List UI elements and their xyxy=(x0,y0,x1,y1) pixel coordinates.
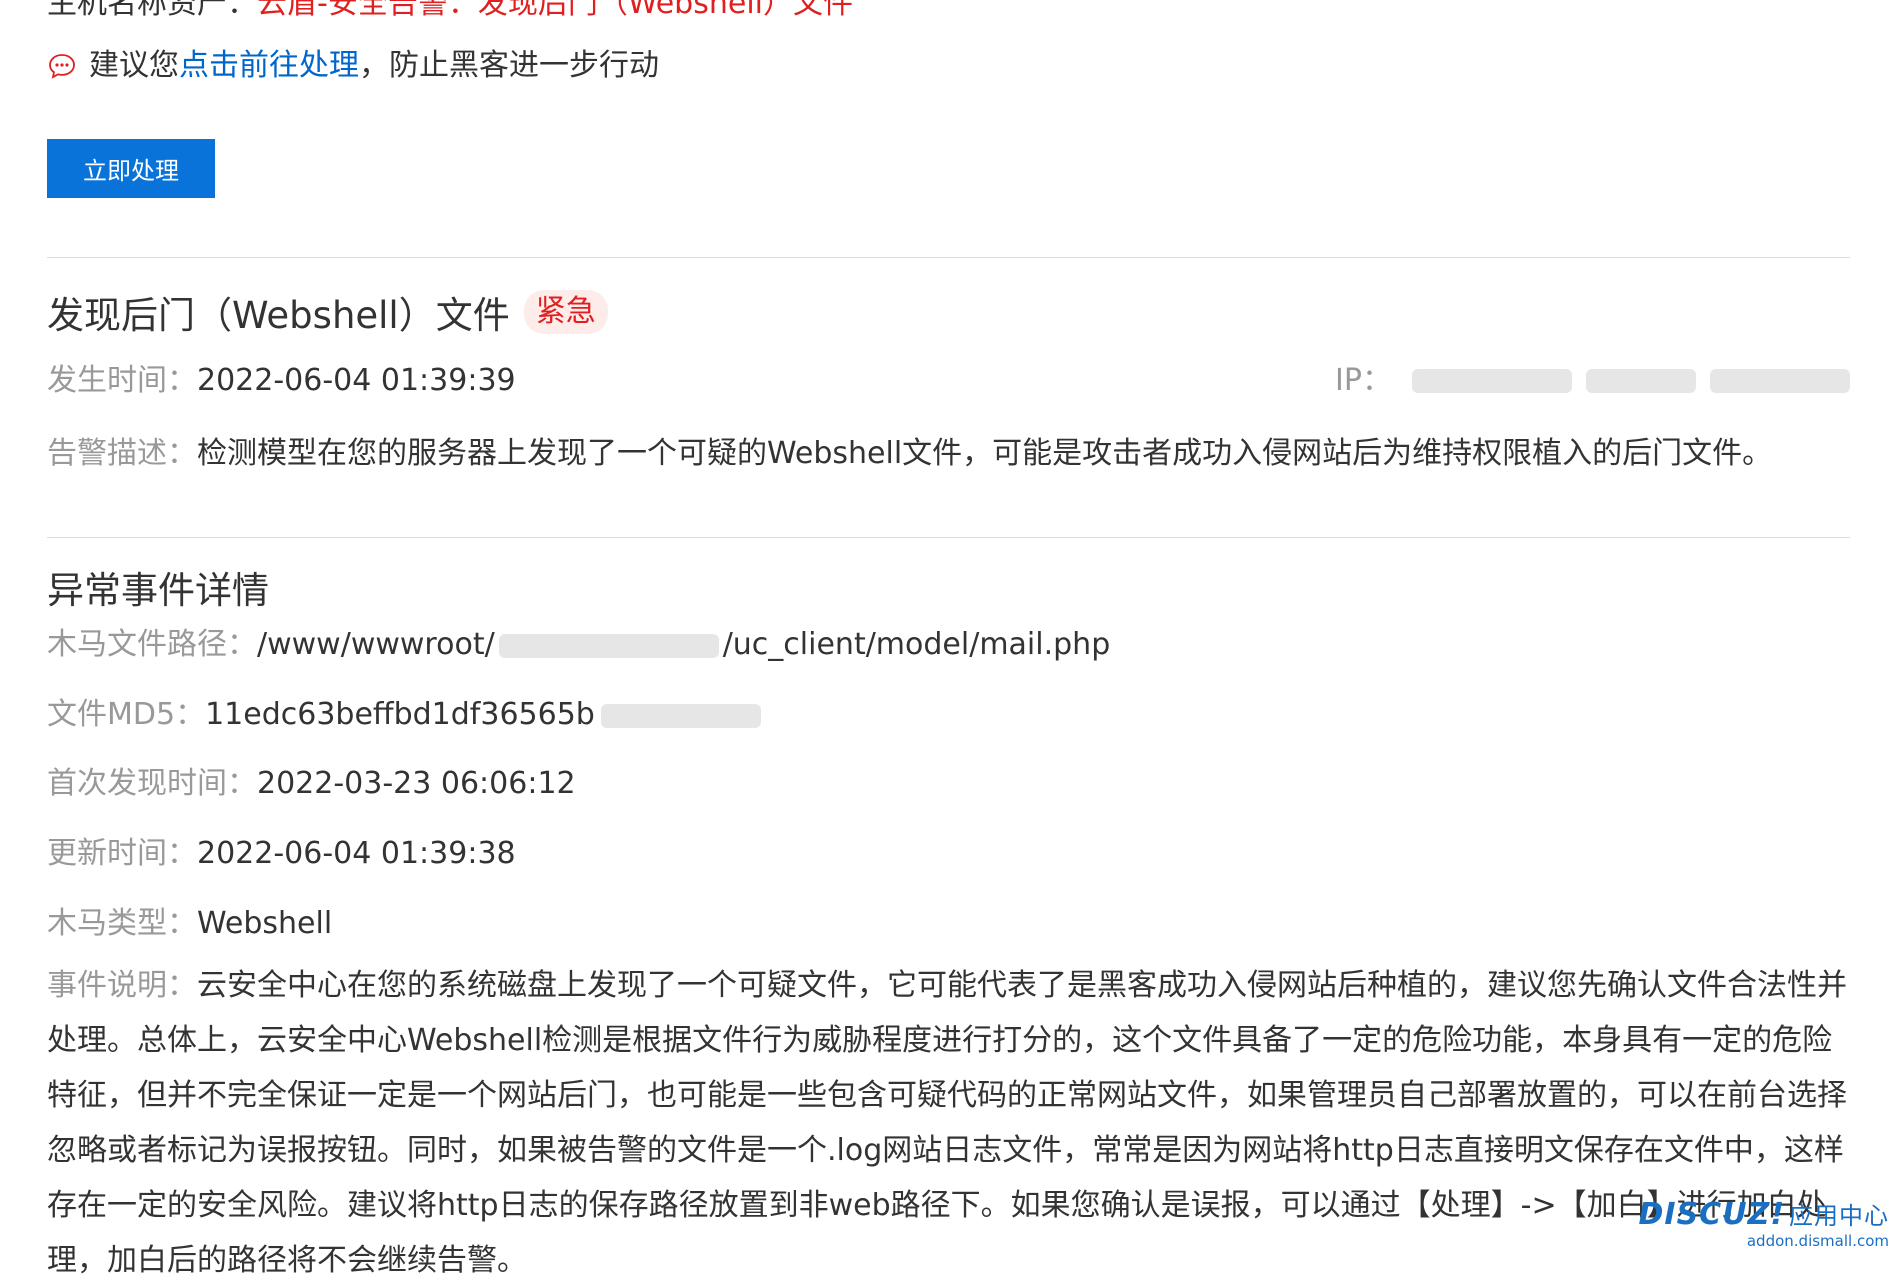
cut-off-header-line: 主机名称资产：云盾-安全告警：发现后门（Webshell）文件 xyxy=(47,0,853,22)
alert-description-row: 告警描述：检测模型在您的服务器上发现了一个可疑的Webshell文件，可能是攻击… xyxy=(47,434,1772,474)
ip-label: IP： xyxy=(1335,363,1392,398)
update-value: 2022-06-04 01:39:38 xyxy=(197,836,516,871)
path-label: 木马文件路径： xyxy=(47,627,257,662)
first-value: 2022-03-23 06:06:12 xyxy=(257,766,576,801)
first-label: 首次发现时间： xyxy=(47,766,257,801)
watermark-domain: addon.dismall.com xyxy=(1746,1232,1889,1250)
redacted-ip xyxy=(1710,369,1850,393)
cut-prefix: 主机名称资产： xyxy=(47,0,257,21)
severity-badge: 紧急 xyxy=(523,290,608,334)
watermark-cn: 应用中心 xyxy=(1789,1202,1889,1230)
alert-title-row: 发现后门（Webshell）文件 紧急 xyxy=(47,285,608,339)
md5-row: 文件MD5：11edc63beffbd1df36565b xyxy=(47,695,761,735)
go-handle-link[interactable]: 点击前往处理 xyxy=(179,46,359,86)
time-value: 2022-06-04 01:39:39 xyxy=(197,363,516,398)
suggestion-suffix: ，防止黑客进一步行动 xyxy=(359,48,659,83)
redacted-ip xyxy=(1586,369,1696,393)
ip-row: IP： xyxy=(1335,361,1850,401)
cut-highlight: 云盾-安全告警：发现后门（Webshell）文件 xyxy=(257,0,854,21)
event-explanation: 事件说明：云安全中心在您的系统磁盘上发现了一个可疑文件，它可能代表了是黑客成功入… xyxy=(47,958,1850,1288)
divider xyxy=(47,257,1850,258)
watermark-brand: DISCUZ! xyxy=(1638,1197,1785,1232)
desc-label: 告警描述： xyxy=(47,436,197,471)
redacted-ip xyxy=(1412,369,1572,393)
type-value: Webshell xyxy=(197,906,333,941)
occurrence-time-row: 发生时间：2022-06-04 01:39:39 xyxy=(47,361,516,401)
first-found-row: 首次发现时间：2022-03-23 06:06:12 xyxy=(47,764,576,804)
alert-title: 发现后门（Webshell）文件 xyxy=(47,294,510,337)
explain-label: 事件说明： xyxy=(47,968,197,1003)
time-label: 发生时间： xyxy=(47,363,197,398)
handle-now-button[interactable]: 立即处理 xyxy=(47,139,215,198)
chat-bubble-icon xyxy=(47,51,77,81)
update-time-row: 更新时间：2022-06-04 01:39:38 xyxy=(47,834,516,874)
details-title: 异常事件详情 xyxy=(47,569,269,612)
md5-value: 11edc63beffbd1df36565b xyxy=(205,697,595,732)
redacted-md5 xyxy=(600,703,761,728)
explain-value: 云安全中心在您的系统磁盘上发现了一个可疑文件，它可能代表了是黑客成功入侵网站后种… xyxy=(47,968,1847,1278)
redacted-path xyxy=(498,633,719,658)
file-path-row: 木马文件路径：/www/wwwroot/ /uc_client/model/mai… xyxy=(47,625,1110,665)
suggestion-line: 建议您 点击前往处理 ，防止黑客进一步行动 xyxy=(47,46,659,86)
divider xyxy=(47,537,1850,538)
type-label: 木马类型： xyxy=(47,906,197,941)
watermark-brand-line: DISCUZ! 应用中心 xyxy=(1639,1196,1889,1232)
path-suffix: /uc_client/model/mail.php xyxy=(722,627,1111,662)
path-prefix: /www/wwwroot/ xyxy=(257,627,495,662)
discuz-watermark: DISCUZ! 应用中心 addon.dismall.com xyxy=(1639,1196,1889,1250)
update-label: 更新时间： xyxy=(47,836,197,871)
suggestion-prefix: 建议您 xyxy=(89,48,179,83)
desc-value: 检测模型在您的服务器上发现了一个可疑的Webshell文件，可能是攻击者成功入侵… xyxy=(197,436,1773,471)
md5-label: 文件MD5： xyxy=(47,697,206,732)
trojan-type-row: 木马类型：Webshell xyxy=(47,904,332,944)
